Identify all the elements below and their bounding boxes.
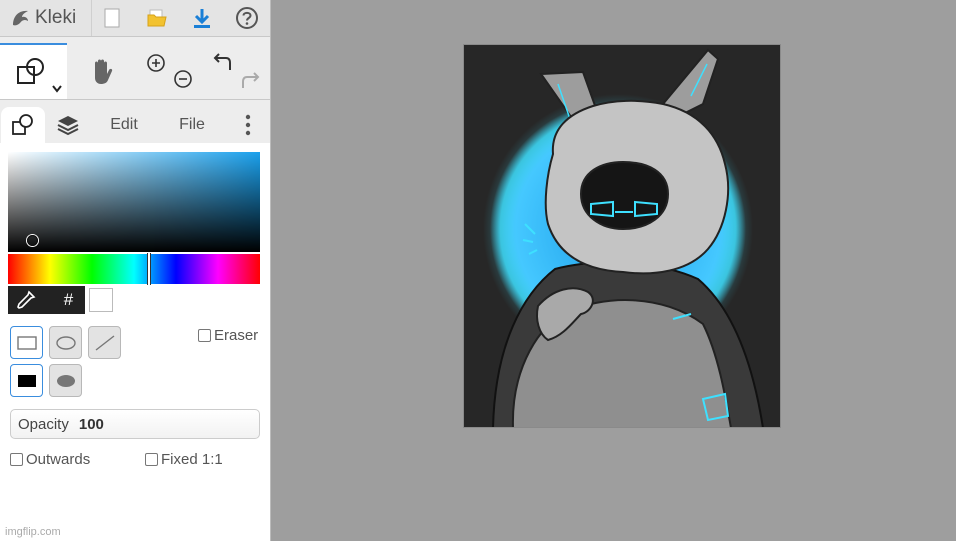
new-file-button[interactable] [97,3,127,33]
hue-slider[interactable] [8,253,260,285]
opacity-label: Opacity [18,415,69,433]
fill-mode-button[interactable] [10,364,43,397]
hand-tool-button[interactable] [84,53,120,89]
hand-icon [95,59,113,84]
eraser-label: Eraser [214,327,259,344]
more-vertical-icon [245,114,251,136]
kleki-logo-icon [13,10,28,26]
current-color-swatch[interactable] [89,288,113,312]
undo-icon [213,53,231,70]
download-icon [194,9,210,28]
zoom-out-button[interactable] [171,67,195,91]
artwork [463,44,781,428]
watermark: imgflip.com [5,526,61,538]
open-folder-icon [147,9,167,27]
help-icon [236,7,258,29]
outwards-option[interactable]: Outwards [10,451,90,468]
ellipse-icon [55,335,76,350]
opacity-value: 100 [78,415,104,433]
redo-icon [242,72,260,88]
tool-row [0,43,270,100]
shapes-tab-icon [12,114,33,135]
save-button[interactable] [187,3,217,33]
eraser-checkbox[interactable] [198,329,211,342]
filled-ellipse-button[interactable] [49,364,82,397]
line-shape-button[interactable] [88,326,121,359]
line-icon [95,334,114,351]
fixed-ratio-checkbox[interactable] [145,453,158,466]
outwards-label: Outwards [26,451,91,468]
eyedropper-icon [17,290,36,309]
tab-file[interactable]: File [164,107,220,143]
sidebar: Kleki Edit File # Eraser Opacity 100 Out… [0,0,271,541]
fixed-ratio-label: Fixed 1:1 [161,451,223,468]
opacity-slider[interactable]: Opacity 100 [10,409,260,439]
panel-tabs: Edit File [0,107,270,143]
outwards-checkbox[interactable] [10,453,23,466]
zoom-out-icon [174,70,192,88]
more-menu-button[interactable] [236,107,260,143]
logo-text: Kleki [35,7,77,28]
rectangle-shape-button[interactable] [10,326,43,359]
saturation-value-picker[interactable] [8,152,260,252]
layers-icon [57,116,79,136]
tab-edit[interactable]: Edit [96,107,152,143]
hue-marker[interactable] [147,253,151,285]
tab-layers[interactable] [48,107,88,143]
kleki-logo[interactable]: Kleki [10,4,76,32]
shapes-tool-button[interactable] [0,43,67,99]
top-toolbar: Kleki [0,0,270,37]
zoom-in-icon [147,54,165,72]
toolbar-divider [91,0,92,36]
fixed-ratio-option[interactable]: Fixed 1:1 [145,451,223,468]
drawing-canvas[interactable] [463,44,781,428]
color-tools: # [8,286,85,314]
zoom-in-button[interactable] [144,51,168,75]
new-file-icon [104,8,120,28]
tab-brush[interactable] [1,107,45,143]
filled-rect-icon [17,374,36,387]
tool-settings-panel: # Eraser Opacity 100 Outwards Fixed 1:1 … [0,143,270,541]
eyedropper-button[interactable] [16,290,38,312]
hex-input-button[interactable]: # [52,286,85,314]
sv-cursor[interactable] [27,235,38,246]
help-button[interactable] [232,3,262,33]
open-file-button[interactable] [142,3,172,33]
chevron-down-icon [52,85,62,93]
shapes-tool-icon [17,58,44,84]
redo-button[interactable] [237,67,263,91]
undo-button[interactable] [210,49,236,73]
rectangle-icon [16,335,37,350]
eraser-option[interactable]: Eraser [198,327,258,344]
ellipse-shape-button[interactable] [49,326,82,359]
filled-ellipse-icon [56,374,75,387]
